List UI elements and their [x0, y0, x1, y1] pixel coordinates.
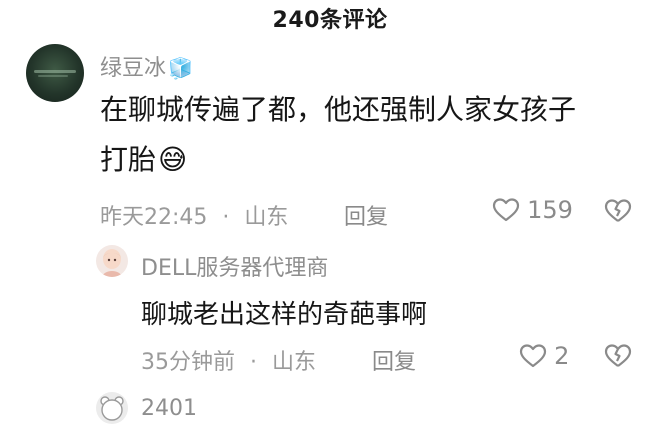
broken-heart-icon [604, 198, 632, 224]
comments-count-title: 240条评论 [272, 8, 388, 33]
next-username[interactable]: 2401 [141, 396, 197, 421]
comment-location: 山东 [244, 205, 289, 230]
doll-avatar-icon [102, 249, 122, 277]
reply-username[interactable]: DELL服务器代理商 [141, 250, 328, 282]
reply-time: 35分钟前 [141, 350, 235, 375]
reply-meta: 35分钟前 · 山东 [141, 344, 316, 376]
comment-text-line-1: 在聊城传遍了都，他还强制人家女孩子 [100, 93, 577, 126]
reply-like-count: 2 [554, 342, 570, 370]
like-button[interactable]: 159 [492, 196, 573, 224]
heart-icon [492, 197, 520, 223]
like-count: 159 [527, 196, 573, 224]
user-avatar[interactable] [26, 44, 84, 102]
comment-text-line-2: 打胎😅 [100, 146, 187, 174]
reply-location: 山东 [272, 350, 317, 375]
reply-like-button[interactable]: 2 [519, 342, 569, 370]
meta-separator: · [250, 350, 257, 375]
comment-meta: 昨天22:45 · 山东 [100, 199, 288, 231]
dislike-button[interactable] [604, 198, 632, 224]
reply-user-avatar[interactable] [96, 245, 128, 277]
username-text: 绿豆冰 [100, 56, 167, 81]
reply-button[interactable]: 回复 [344, 199, 388, 231]
next-user-avatar[interactable] [96, 392, 128, 424]
avatar-signature-mark [34, 70, 76, 73]
comment-username[interactable]: 绿豆冰 🧊 [100, 50, 193, 82]
heart-icon [519, 343, 547, 369]
avatar-signature-mark [38, 75, 68, 77]
sweat-smile-emoji: 😅 [158, 143, 188, 176]
bear-avatar-icon [100, 396, 124, 421]
comment-time: 昨天22:45 [100, 205, 208, 230]
comment-text-tail: 打胎 [100, 143, 157, 176]
meta-separator: · [222, 205, 230, 230]
reply-reply-button[interactable]: 回复 [372, 344, 416, 376]
broken-heart-icon [604, 343, 632, 369]
ice-cube-emoji: 🧊 [168, 56, 193, 80]
reply-text: 聊城老出这样的奇葩事啊 [141, 300, 428, 330]
reply-dislike-button[interactable] [604, 343, 632, 369]
